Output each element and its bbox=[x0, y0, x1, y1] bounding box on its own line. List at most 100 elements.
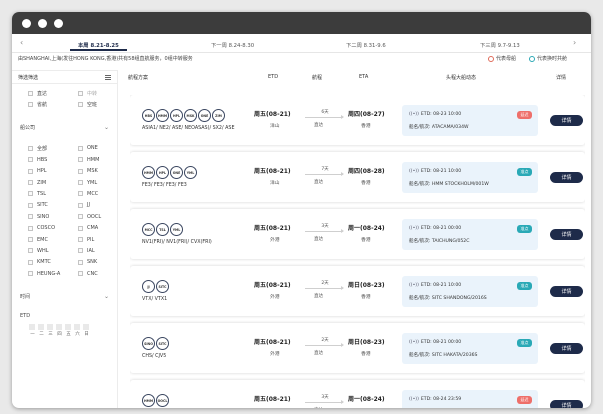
carrier-logo-icon: MSK bbox=[184, 109, 197, 122]
filter-carrier-item[interactable]: IAL bbox=[78, 248, 128, 254]
details-button[interactable]: 详情 bbox=[550, 400, 583, 408]
checkbox[interactable] bbox=[78, 225, 83, 231]
tab-week-current[interactable]: 本周 8.21-8.25 bbox=[70, 41, 127, 51]
filter-carrier-item[interactable]: ONE bbox=[78, 145, 128, 151]
eta-date: 周四(08-28) bbox=[348, 168, 385, 175]
etd-weekday-picker: 一二三四五六日 bbox=[12, 323, 117, 337]
filter-route-province[interactable]: 省航 bbox=[28, 101, 78, 108]
checkbox[interactable] bbox=[28, 259, 33, 265]
checkbox[interactable] bbox=[78, 168, 83, 174]
carrier-section-header[interactable]: 船公司 ⌄ bbox=[12, 123, 117, 131]
carrier-logo-icon: HPL bbox=[170, 109, 183, 122]
details-button[interactable]: 详情 bbox=[550, 115, 583, 126]
filter-route-blank[interactable]: 空班 bbox=[78, 101, 128, 108]
details-button[interactable]: 详情 bbox=[550, 229, 583, 240]
details-button[interactable]: 详情 bbox=[550, 172, 583, 183]
filter-carrier-item[interactable]: 全部 bbox=[28, 145, 78, 152]
checkbox[interactable] bbox=[28, 214, 33, 220]
filter-menu-icon[interactable] bbox=[105, 74, 111, 80]
checkbox[interactable] bbox=[28, 145, 33, 151]
vessel-etd-line: ((•)) ETD: 08-21 00:00 bbox=[409, 226, 462, 231]
checkbox[interactable] bbox=[78, 145, 83, 151]
weekday-checkbox[interactable] bbox=[65, 323, 71, 330]
tab-week-next3[interactable]: 下三周 9.7-9.13 bbox=[480, 41, 520, 49]
checkbox[interactable] bbox=[28, 180, 33, 186]
checkbox[interactable] bbox=[28, 191, 33, 197]
checkbox[interactable] bbox=[78, 248, 83, 254]
checkbox[interactable] bbox=[28, 225, 33, 231]
checkbox[interactable] bbox=[28, 90, 33, 96]
checkbox[interactable] bbox=[28, 168, 33, 174]
carrier-logos: HMM OOCL bbox=[142, 394, 169, 407]
legend-shared-ring-icon bbox=[529, 55, 535, 62]
filter-route-transfer[interactable]: 中转 bbox=[78, 90, 128, 97]
window-control-maximize[interactable] bbox=[54, 18, 63, 28]
checkbox[interactable] bbox=[28, 101, 33, 107]
filter-carrier-item[interactable]: SNK bbox=[78, 259, 128, 265]
filter-carrier-item[interactable]: HBS bbox=[28, 157, 78, 163]
filter-carrier-item[interactable]: COSCO bbox=[28, 225, 78, 231]
weekday-checkbox[interactable] bbox=[29, 323, 35, 330]
checkbox[interactable] bbox=[78, 202, 83, 208]
filter-carrier-item[interactable]: MCC bbox=[78, 191, 128, 197]
window-control-minimize[interactable] bbox=[38, 18, 47, 28]
filter-carrier-item[interactable]: SITC bbox=[28, 202, 78, 208]
filter-carrier-item[interactable]: PIL bbox=[78, 237, 128, 243]
route-services: VTX/ VTX1 bbox=[142, 297, 168, 302]
transit-days: 2天 bbox=[321, 281, 329, 286]
filter-carrier-item[interactable]: HEUNG-A bbox=[28, 271, 78, 277]
weekday-checkbox[interactable] bbox=[74, 323, 80, 330]
time-section-header[interactable]: 时间 ⌄ bbox=[12, 293, 117, 301]
etd-date: 周五(08-21) bbox=[254, 168, 291, 175]
transit-arrow-icon bbox=[305, 172, 344, 176]
tab-week-next[interactable]: 下一周 8.24-8.30 bbox=[211, 41, 254, 49]
weekday-checkbox[interactable] bbox=[56, 323, 62, 330]
filter-route-direct[interactable]: 直达 bbox=[28, 90, 78, 97]
carrier-logos: HMM HPL ONE YML bbox=[142, 166, 197, 179]
checkbox[interactable] bbox=[78, 214, 83, 220]
filter-carrier-item[interactable]: MSK bbox=[78, 168, 128, 174]
filter-carrier-item[interactable]: SINO bbox=[28, 214, 78, 220]
weekday-checkbox[interactable] bbox=[47, 323, 53, 330]
checkbox[interactable] bbox=[28, 248, 33, 254]
filter-carrier-item[interactable]: CNC bbox=[78, 271, 128, 277]
filter-title: 筛选筛选 bbox=[18, 74, 39, 81]
filter-carrier-item[interactable]: TSL bbox=[28, 191, 78, 197]
details-button[interactable]: 详情 bbox=[550, 343, 583, 354]
details-button[interactable]: 详情 bbox=[550, 286, 583, 297]
checkbox[interactable] bbox=[28, 202, 33, 208]
filter-carrier-item[interactable]: WHL bbox=[28, 248, 78, 254]
week-next-chevron-icon[interactable]: › bbox=[573, 39, 576, 47]
transit-arrow-icon bbox=[305, 286, 344, 290]
weekday-checkbox[interactable] bbox=[38, 323, 44, 330]
filter-carrier-item[interactable]: CMA bbox=[78, 225, 128, 231]
filter-carrier-item[interactable]: KMTC bbox=[28, 259, 78, 265]
filter-carrier-item[interactable]: HMM bbox=[78, 157, 128, 163]
checkbox[interactable] bbox=[28, 157, 33, 163]
checkbox[interactable] bbox=[78, 191, 83, 197]
tab-week-next2[interactable]: 下二周 8.31-9.6 bbox=[346, 41, 386, 49]
checkbox[interactable] bbox=[78, 101, 83, 107]
filter-carrier-item[interactable]: HPL bbox=[28, 168, 78, 174]
week-prev-chevron-icon[interactable]: ‹ bbox=[20, 39, 23, 47]
filter-carrier-item[interactable]: JJ bbox=[78, 202, 128, 208]
checkbox[interactable] bbox=[78, 157, 83, 163]
col-dynamic: 头程大船动态 bbox=[446, 75, 477, 81]
filter-carrier-item[interactable]: YML bbox=[78, 180, 128, 186]
direct-label: 直达 bbox=[314, 294, 324, 299]
window-control-close[interactable] bbox=[22, 18, 31, 28]
col-eta: ETA bbox=[359, 74, 369, 80]
checkbox[interactable] bbox=[28, 271, 33, 277]
vessel-etd-line: ((•)) ETD: 08-23 10:00 bbox=[409, 112, 462, 117]
weekday-checkbox[interactable] bbox=[83, 323, 89, 330]
checkbox[interactable] bbox=[78, 237, 83, 243]
checkbox[interactable] bbox=[78, 259, 83, 265]
checkbox[interactable] bbox=[78, 90, 83, 96]
checkbox[interactable] bbox=[78, 271, 83, 277]
checkbox[interactable] bbox=[28, 237, 33, 243]
eta-date: 周一(08-24) bbox=[348, 396, 385, 403]
filter-carrier-item[interactable]: EMC bbox=[28, 237, 78, 243]
filter-carrier-item[interactable]: OOCL bbox=[78, 214, 128, 220]
checkbox[interactable] bbox=[78, 180, 83, 186]
filter-carrier-item[interactable]: ZIM bbox=[28, 180, 78, 186]
